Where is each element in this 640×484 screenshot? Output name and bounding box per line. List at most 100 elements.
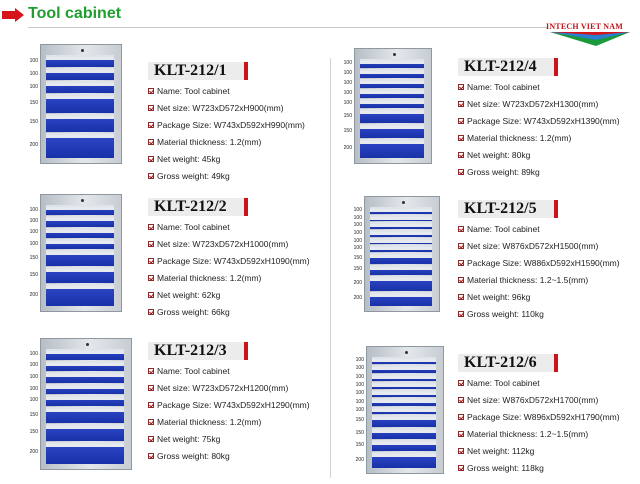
model-title: KLT-212/4: [458, 58, 558, 76]
cabinet-drawer: [46, 407, 124, 424]
spec-text: Material thickness: 1.2~1.5(mm): [467, 429, 589, 439]
checkbox-icon: [458, 276, 464, 283]
drawer-height-label: 100: [353, 237, 362, 244]
drawer-handle: [46, 115, 114, 119]
drawer-handle: [372, 417, 436, 421]
drawer-height-label: 150: [29, 271, 38, 278]
cabinet-drawer: [46, 424, 124, 441]
lock-icon: [81, 199, 84, 202]
spec-text: Net size: W876xD572xH1500(mm): [467, 241, 599, 251]
drawer-handle: [372, 400, 436, 404]
cabinet-drawer: [370, 291, 432, 306]
lock-icon: [86, 343, 89, 346]
drawer-height-label: 100: [353, 229, 362, 236]
checkbox-icon: [458, 134, 464, 141]
spec-name: Name: Tool cabinet: [148, 84, 348, 98]
drawer-height-label: 100: [355, 357, 364, 364]
spec-net-size: Net size: W723xD572xH1200(mm): [148, 381, 348, 395]
cabinet-drawer: [360, 109, 424, 123]
page-title: Tool cabinet: [28, 5, 122, 22]
drawer-height-label: 150: [29, 254, 38, 261]
spec-package-size: Package Size: W743xD592xH990(mm): [148, 118, 348, 132]
drawer-height-label: 100: [343, 80, 352, 86]
spec-name: Name: Tool cabinet: [458, 376, 640, 390]
checkbox-icon: [148, 172, 154, 179]
checkbox-icon: [148, 452, 154, 459]
drawer-handle: [370, 266, 432, 270]
checkbox-icon: [148, 291, 154, 298]
cabinet-drawer: [372, 406, 436, 415]
cabinet-drawer: [46, 360, 124, 372]
drawer-height-label: 100: [355, 406, 364, 413]
drawer-handle: [372, 359, 436, 362]
drawer-handle: [360, 71, 424, 74]
drawer-handle: [46, 362, 124, 366]
cabinet-drawer: [46, 81, 114, 93]
drawer-handle: [360, 111, 424, 114]
cabinet-image: 100 100 100 100 150 150 200: [22, 194, 122, 312]
drawer-handle: [46, 426, 124, 430]
page-header: Tool cabinet: [0, 0, 640, 34]
drawer-handle: [46, 70, 114, 73]
cabinet-body: [366, 346, 444, 474]
cabinet-image: 100 100 100 100 100 150 150 200: [336, 48, 432, 164]
cabinet-drawer: [372, 427, 436, 439]
spec-text: Package Size: W896xD592xH1790(mm): [467, 412, 620, 422]
checkbox-icon: [148, 155, 154, 162]
drawer-handle: [46, 397, 124, 401]
spec-net-size: Net size: W723xD572xH1300(mm): [458, 97, 640, 111]
drawer-handle: [46, 83, 114, 86]
drawer-height-label: 200: [355, 456, 364, 463]
spec-package-size: Package Size: W886xD592xH1590(mm): [458, 256, 640, 270]
header-rule: [28, 27, 548, 28]
spec-text: Gross weight: 89kg: [467, 167, 540, 177]
drawer-height-label: 150: [29, 119, 38, 126]
cabinet-image: 100 100 100 100 100 100 150 150 200 200: [346, 196, 440, 312]
spec-text: Net size: W723xD572xH1200(mm): [157, 383, 289, 393]
spec-net-size: Net size: W723xD572xH900(mm): [148, 101, 348, 115]
checkbox-icon: [148, 418, 154, 425]
checkbox-icon: [148, 384, 154, 391]
cabinet-drawer: [360, 69, 424, 78]
drawer-height-label: 150: [355, 417, 364, 424]
cabinet-body: [364, 196, 440, 312]
cabinet-drawer: [360, 139, 424, 158]
cabinet-drawer: [46, 113, 114, 132]
drawer-height-label: 100: [29, 83, 38, 90]
spec-material: Material thickness: 1.2(mm): [148, 271, 348, 285]
cabinet-drawer: [46, 239, 114, 250]
drawer-height-label: 150: [353, 266, 362, 273]
drawer-height-label: 100: [29, 218, 38, 224]
checkbox-icon: [148, 223, 154, 230]
model-title: KLT-212/6: [458, 354, 558, 372]
spec-text: Package Size: W743xD592xH1390(mm): [467, 116, 620, 126]
spec-text: Gross weight: 66kg: [157, 307, 230, 317]
drawer-height-label: 100: [355, 373, 364, 380]
spec-text: Name: Tool cabinet: [467, 82, 540, 92]
cabinet-drawer: [370, 230, 432, 237]
cabinet-drawer: [360, 124, 424, 138]
lock-icon: [402, 201, 405, 204]
drawer-height-label: 150: [353, 254, 362, 261]
drawer-height-label: 150: [355, 429, 364, 436]
cabinet-drawer: [372, 381, 436, 390]
checkbox-icon: [458, 413, 464, 420]
drawer-height-label: 100: [353, 206, 362, 213]
drawer-handle: [46, 241, 114, 244]
cabinet-drawer: [46, 383, 124, 395]
checkbox-icon: [458, 83, 464, 90]
drawer-handle: [370, 209, 432, 212]
drawer-handle: [46, 57, 114, 60]
spec-text: Material thickness: 1.2(mm): [157, 137, 262, 147]
drawer-height-label: 100: [29, 350, 38, 357]
drawer-handle: [360, 126, 424, 129]
checkbox-icon: [458, 464, 464, 471]
spec-text: Net weight: 80kg: [467, 150, 531, 160]
drawer-handle: [46, 252, 114, 256]
cabinet-body: [354, 48, 432, 164]
checkbox-icon: [148, 121, 154, 128]
drawer-handle: [372, 441, 436, 445]
cabinet-drawer: [46, 68, 114, 80]
cabinet-drawer: [360, 99, 424, 108]
drawer-handle: [372, 429, 436, 433]
